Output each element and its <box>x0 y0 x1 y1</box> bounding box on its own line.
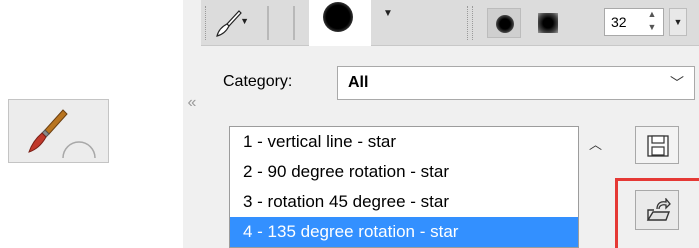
chevron-down-icon: ▼ <box>240 16 249 26</box>
category-select[interactable]: All ﹀ <box>337 66 695 100</box>
brush-toolbar: ▼ ▼ 32 ▲ ▼ ▼ <box>201 0 699 46</box>
round-tip-button[interactable] <box>487 8 521 38</box>
brush-tool-dropdown[interactable]: ▼ <box>213 6 257 40</box>
toolbar-grip[interactable] <box>205 6 209 40</box>
category-selected-value: All <box>348 74 369 91</box>
chevron-down-icon: ﹀ <box>670 75 684 91</box>
list-item-selected[interactable]: 4 - 135 degree rotation - star <box>230 217 578 247</box>
spin-down-icon[interactable]: ▼ <box>641 21 663 34</box>
paintbrush-icon <box>216 10 242 37</box>
spin-up-icon[interactable]: ▲ <box>641 8 663 21</box>
load-preset-icon <box>646 198 671 221</box>
round-tip-icon <box>496 15 514 33</box>
list-item[interactable]: 2 - 90 degree rotation - star <box>230 157 578 187</box>
brush-presets-panel: « ▼ ▼ 32 ▲ ▼ ▼ Category: All ﹀ 1 - verti… <box>183 0 699 248</box>
brush-tip-dropdown-chevron-icon[interactable]: ▼ <box>377 4 399 24</box>
brush-size-dropdown-chevron-icon[interactable]: ▼ <box>669 8 687 36</box>
brush-tip-icon <box>323 2 353 32</box>
load-preset-button[interactable] <box>635 190 679 230</box>
preset-list-scrollbar[interactable]: ︿ <box>579 126 619 248</box>
toolbar-grip[interactable] <box>467 6 473 40</box>
paintbrush-tool-button[interactable] <box>8 99 109 163</box>
stroke-arc-decoration <box>62 141 96 159</box>
floppy-disk-icon <box>647 135 669 157</box>
preset-list[interactable]: 1 - vertical line - star 2 - 90 degree r… <box>229 126 579 248</box>
toolbar-separator <box>293 6 295 40</box>
brush-tip-preview[interactable] <box>309 0 371 46</box>
square-tip-icon <box>538 13 558 33</box>
list-item[interactable]: 3 - rotation 45 degree - star <box>230 187 578 217</box>
list-item[interactable]: 1 - vertical line - star <box>230 127 578 157</box>
toolbar-separator <box>267 6 269 40</box>
category-label: Category: <box>223 73 293 90</box>
save-preset-button[interactable] <box>635 126 679 164</box>
square-tip-button[interactable] <box>531 8 565 38</box>
scroll-up-icon[interactable]: ︿ <box>589 134 602 153</box>
brush-size-spinner[interactable]: ▲ ▼ <box>641 8 663 36</box>
collapse-panel-chevron-icon[interactable]: « <box>183 92 201 114</box>
